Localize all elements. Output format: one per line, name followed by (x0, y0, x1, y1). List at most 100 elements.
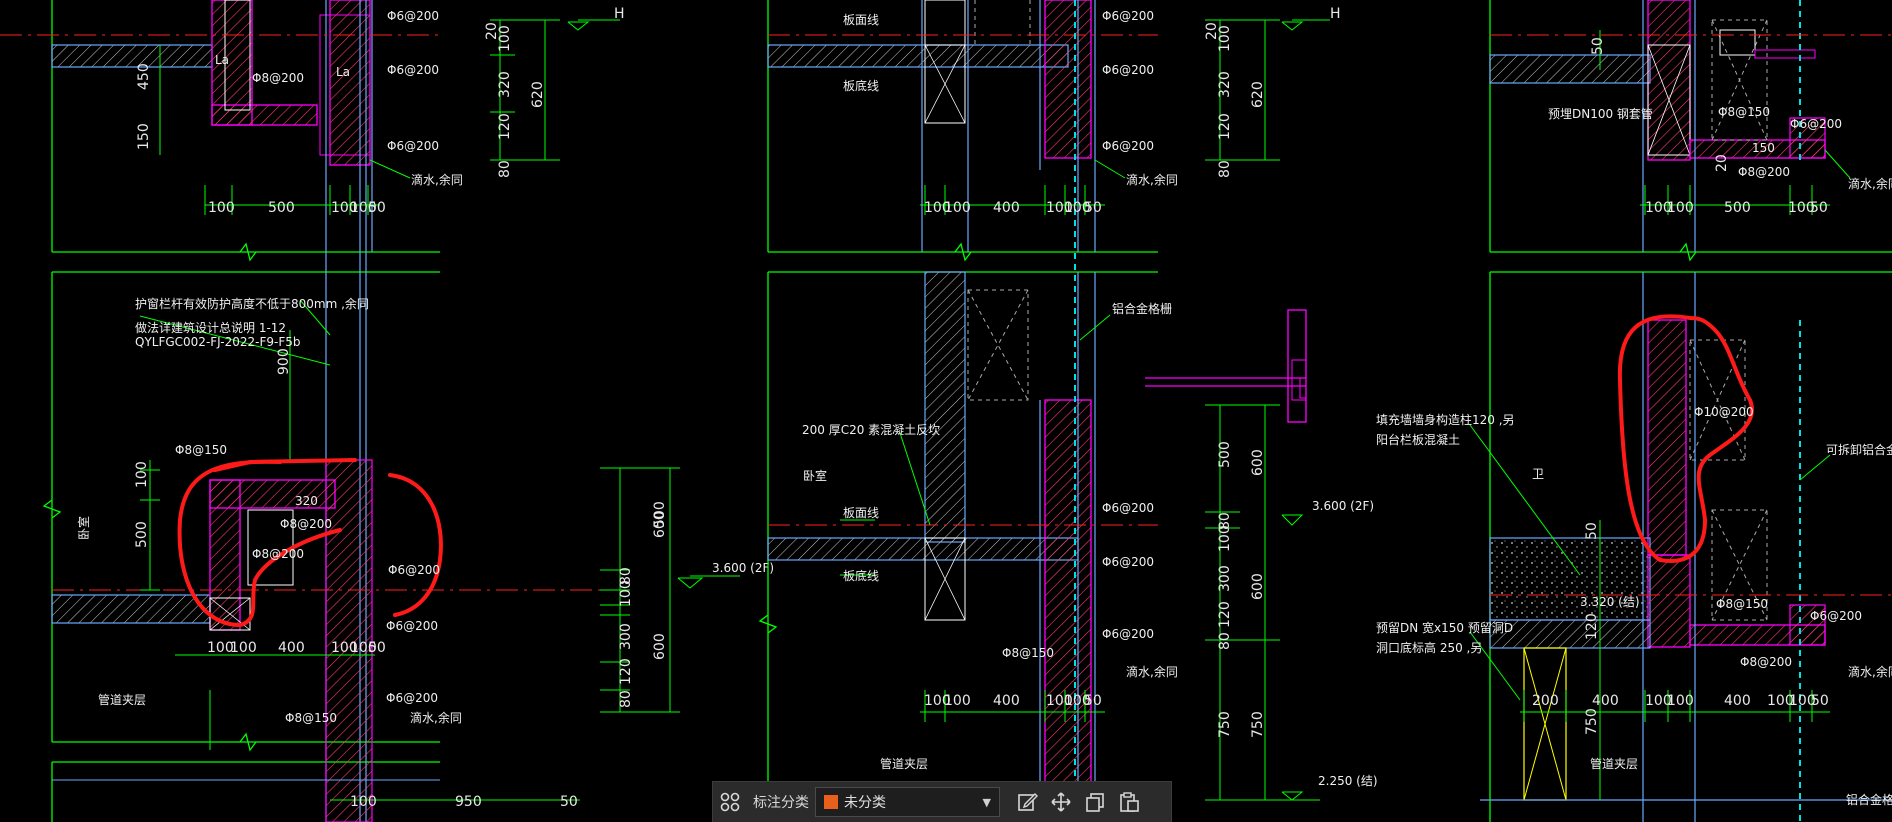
svg-text:La: La (336, 65, 350, 79)
svg-text:500: 500 (134, 521, 150, 548)
svg-text:Φ6@200: Φ6@200 (1102, 139, 1154, 153)
svg-text:100: 100 (1667, 693, 1694, 709)
svg-text:Φ8@150: Φ8@150 (175, 443, 227, 457)
svg-text:200: 200 (1532, 693, 1559, 709)
svg-text:板面线: 板面线 (843, 506, 879, 520)
svg-text:Φ6@200: Φ6@200 (1102, 627, 1154, 641)
svg-text:可拆卸铝合金格栅: 可拆卸铝合金格栅 (1826, 442, 1892, 457)
svg-text:管道夹层: 管道夹层 (1590, 756, 1638, 771)
svg-text:H: H (614, 6, 625, 22)
edit-icon[interactable] (1010, 785, 1044, 819)
svg-text:Φ8@200: Φ8@200 (1738, 165, 1790, 179)
svg-text:50: 50 (1590, 37, 1606, 55)
svg-text:Φ6@200: Φ6@200 (387, 63, 439, 77)
svg-text:100: 100 (497, 25, 513, 52)
svg-text:板底线: 板底线 (843, 78, 879, 93)
svg-text:100: 100 (1667, 200, 1694, 216)
svg-text:100: 100 (944, 693, 971, 709)
svg-text:板底线: 板底线 (843, 568, 879, 583)
svg-text:50: 50 (368, 200, 386, 216)
svg-text:600: 600 (652, 511, 668, 538)
svg-text:管道夹层: 管道夹层 (880, 756, 928, 771)
svg-text:300: 300 (1217, 565, 1233, 592)
move-icon[interactable] (1044, 785, 1078, 819)
svg-text:80: 80 (618, 690, 634, 708)
svg-text:Φ8@200: Φ8@200 (252, 71, 304, 85)
svg-text:620: 620 (530, 81, 546, 108)
svg-text:Φ8@150: Φ8@150 (1718, 105, 1770, 119)
svg-text:铝合金格栅: 铝合金格栅 (1112, 301, 1172, 316)
svg-text:320: 320 (295, 494, 318, 508)
svg-text:500: 500 (1217, 441, 1233, 468)
svg-text:预留DN 宽x150 预留洞D: 预留DN 宽x150 预留洞D (1376, 620, 1513, 635)
svg-text:QYLFGC002-FJ-2022-F9-F5b: QYLFGC002-FJ-2022-F9-F5b (135, 335, 301, 349)
svg-text:Φ6@200: Φ6@200 (387, 9, 439, 23)
paste-icon[interactable] (1112, 785, 1146, 819)
svg-text:板面线: 板面线 (843, 13, 879, 27)
svg-text:Φ8@150: Φ8@150 (1716, 597, 1768, 611)
svg-text:100: 100 (134, 461, 150, 488)
grid-icon[interactable] (713, 785, 747, 819)
svg-text:Φ6@200: Φ6@200 (386, 619, 438, 633)
svg-text:320: 320 (497, 71, 513, 98)
svg-text:320: 320 (1217, 71, 1233, 98)
svg-text:护窗栏杆有效防护高度不低于800mm ,余同: 护窗栏杆有效防护高度不低于800mm ,余同 (135, 296, 369, 311)
svg-text:150: 150 (136, 123, 152, 150)
svg-text:750: 750 (1217, 711, 1233, 738)
svg-text:620: 620 (1250, 81, 1266, 108)
svg-text:3.600 (2F): 3.600 (2F) (712, 561, 774, 575)
svg-text:80: 80 (1217, 160, 1233, 178)
svg-text:80: 80 (497, 160, 513, 178)
svg-text:50: 50 (1084, 200, 1102, 216)
svg-text:120: 120 (1217, 113, 1233, 140)
svg-text:750: 750 (1250, 711, 1266, 738)
svg-text:滴水,余同: 滴水,余同 (1848, 664, 1892, 679)
svg-text:600: 600 (652, 633, 668, 660)
svg-text:铝合金格栅: 铝合金格栅 (1846, 792, 1892, 807)
svg-text:100: 100 (350, 794, 377, 810)
svg-text:2.250 (结): 2.250 (结) (1318, 774, 1378, 788)
svg-text:滴水,余同: 滴水,余同 (1848, 176, 1892, 191)
category-label: 标注分类 (753, 795, 809, 811)
svg-text:400: 400 (1592, 693, 1619, 709)
svg-text:900: 900 (276, 348, 292, 375)
copy-icon[interactable] (1078, 785, 1112, 819)
svg-text:卧室: 卧室 (76, 516, 91, 540)
svg-text:阳台栏板混凝土: 阳台栏板混凝土 (1376, 432, 1460, 447)
svg-text:Φ6@200: Φ6@200 (1810, 609, 1862, 623)
svg-text:Φ8@200: Φ8@200 (252, 547, 304, 561)
svg-text:120: 120 (1217, 601, 1233, 628)
svg-text:100: 100 (944, 200, 971, 216)
category-color-swatch (824, 795, 838, 809)
svg-text:450: 450 (136, 63, 152, 90)
svg-text:做法详建筑设计总说明 1-12: 做法详建筑设计总说明 1-12 (135, 320, 286, 335)
svg-text:600: 600 (1250, 573, 1266, 600)
left-panel-text: Φ6@200 Φ6@200 Φ6@200 Φ8@200 滴水,余同 La La … (76, 6, 774, 810)
svg-text:100: 100 (208, 200, 235, 216)
cad-drawing-canvas[interactable]: Φ6@200 Φ6@200 Φ6@200 Φ8@200 滴水,余同 La La … (0, 0, 1892, 822)
svg-text:50: 50 (1584, 522, 1600, 540)
svg-text:600: 600 (1250, 449, 1266, 476)
svg-text:200 厚C20 素混凝土反坎: 200 厚C20 素混凝土反坎 (802, 422, 940, 437)
svg-text:100: 100 (1217, 525, 1233, 552)
svg-text:卧室: 卧室 (803, 468, 827, 483)
svg-text:100: 100 (230, 640, 257, 656)
svg-text:120: 120 (497, 113, 513, 140)
category-select[interactable]: 未分类 ▼ (815, 787, 1000, 817)
svg-text:50: 50 (1084, 693, 1102, 709)
svg-text:Φ6@200: Φ6@200 (387, 139, 439, 153)
svg-text:400: 400 (993, 200, 1020, 216)
svg-text:80: 80 (1217, 632, 1233, 650)
svg-text:50: 50 (1811, 693, 1829, 709)
svg-text:50: 50 (560, 794, 578, 810)
svg-text:500: 500 (268, 200, 295, 216)
svg-text:Φ6@200: Φ6@200 (1102, 501, 1154, 515)
category-select-value: 未分类 (844, 795, 886, 811)
svg-text:预埋DN100 钢套管: 预埋DN100 钢套管 (1548, 106, 1653, 121)
svg-text:120: 120 (618, 658, 634, 685)
svg-text:卫: 卫 (1532, 467, 1544, 481)
svg-text:滴水,余同: 滴水,余同 (411, 172, 463, 187)
svg-text:H: H (1330, 6, 1341, 22)
svg-text:La: La (215, 53, 229, 67)
svg-text:100: 100 (618, 580, 634, 607)
